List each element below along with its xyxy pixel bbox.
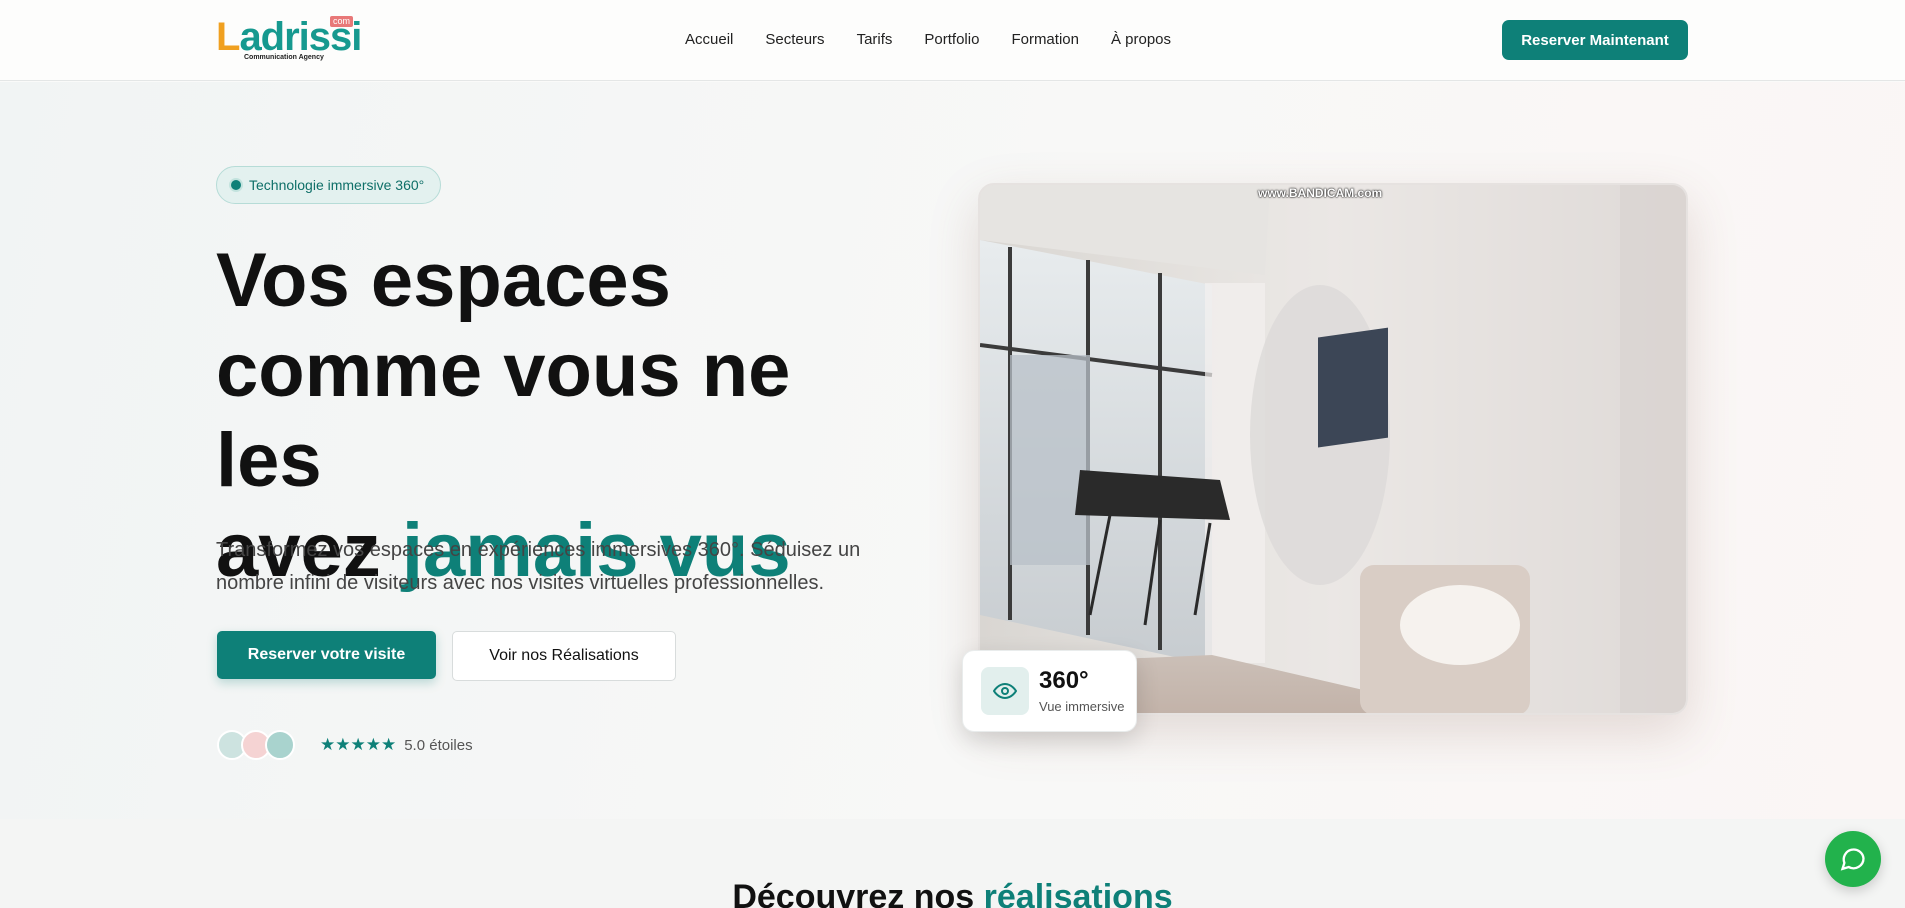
view-portfolio-button[interactable]: Voir nos Réalisations <box>452 631 676 681</box>
hero-section: Technologie immersive 360° Vos espaces c… <box>0 82 1905 819</box>
hero-description: Transformez vos espaces en expériences i… <box>216 539 861 594</box>
logo-tagline: Communication Agency <box>244 54 324 61</box>
nav-item-formation[interactable]: Formation <box>1011 31 1079 48</box>
section-title-plain: Découvrez nos <box>732 878 984 908</box>
book-visit-button[interactable]: Reserver votre visite <box>217 631 436 679</box>
rating: ★★★★★ 5.0 étoiles <box>320 735 473 755</box>
virtual-tour-preview[interactable] <box>978 183 1688 715</box>
nav-item-portfolio[interactable]: Portfolio <box>924 31 979 48</box>
reserve-now-button[interactable]: Reserver Maintenant <box>1502 20 1688 60</box>
portfolio-section: Découvrez nos réalisations <box>0 819 1905 908</box>
logo-badge: com <box>330 16 354 27</box>
section-title-accent: réalisations <box>983 878 1173 908</box>
nav-item-a-propos[interactable]: À propos <box>1111 31 1171 48</box>
brand-logo[interactable]: Ladrissi com Communication Agency <box>216 16 366 66</box>
client-avatars <box>217 730 297 762</box>
immersive-view-card: 360° Vue immersive <box>962 650 1137 732</box>
nav-item-accueil[interactable]: Accueil <box>685 31 733 48</box>
site-header: Ladrissi com Communication Agency Accuei… <box>0 0 1905 81</box>
headline-line-1: Vos espaces <box>216 238 671 323</box>
card-value: 360° <box>1039 667 1089 694</box>
media-watermark: www.BANDICAM.com <box>1258 186 1383 200</box>
room-image <box>980 185 1686 713</box>
main-nav: Accueil Secteurs Tarifs Portfolio Format… <box>685 31 1171 48</box>
nav-item-secteurs[interactable]: Secteurs <box>765 31 824 48</box>
dot-icon <box>231 180 241 190</box>
card-label: Vue immersive <box>1039 699 1125 714</box>
rating-text: 5.0 étoiles <box>404 736 473 754</box>
technology-badge: Technologie immersive 360° <box>216 166 442 204</box>
chat-button[interactable] <box>1825 831 1881 887</box>
avatar <box>265 730 295 760</box>
chat-icon <box>1840 848 1865 871</box>
nav-item-tarifs[interactable]: Tarifs <box>857 31 893 48</box>
headline-line-2: comme vous ne les <box>216 328 791 503</box>
star-rating-icons: ★★★★★ <box>320 735 397 754</box>
eye-icon <box>981 667 1029 715</box>
section-title: Découvrez nos réalisations <box>0 878 1905 908</box>
badge-label: Technologie immersive 360° <box>249 177 425 193</box>
